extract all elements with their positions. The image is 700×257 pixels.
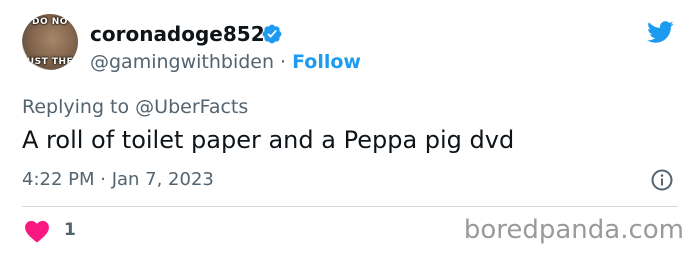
info-icon[interactable] bbox=[650, 168, 674, 192]
avatar-top-text: DO NO bbox=[32, 17, 68, 27]
separator-dot: · bbox=[280, 51, 287, 73]
replying-to-line: Replying to @UberFacts bbox=[22, 95, 248, 119]
replying-label: Replying to bbox=[22, 96, 130, 118]
divider bbox=[22, 206, 678, 207]
watermark: boredpanda.com bbox=[463, 215, 684, 245]
handle-row: @gamingwithbiden · Follow bbox=[90, 50, 361, 74]
replying-to-mention[interactable]: @UberFacts bbox=[135, 96, 248, 118]
like-count: 1 bbox=[64, 220, 76, 240]
author-display-name[interactable]: coronadoge852 bbox=[90, 22, 265, 46]
tweet-timestamp[interactable]: 4:22 PM · Jan 7, 2023 bbox=[22, 168, 214, 192]
avatar-bottom-text: UST THE bbox=[26, 57, 74, 67]
avatar[interactable]: DO NO UST THE bbox=[22, 14, 78, 70]
heart-icon[interactable] bbox=[24, 219, 50, 243]
author-handle[interactable]: @gamingwithbiden bbox=[90, 51, 274, 73]
follow-button[interactable]: Follow bbox=[292, 51, 361, 73]
verified-badge-icon bbox=[262, 24, 282, 44]
twitter-bird-icon[interactable] bbox=[644, 18, 676, 46]
tweet-text: A roll of toilet paper and a Peppa pig d… bbox=[22, 126, 515, 154]
